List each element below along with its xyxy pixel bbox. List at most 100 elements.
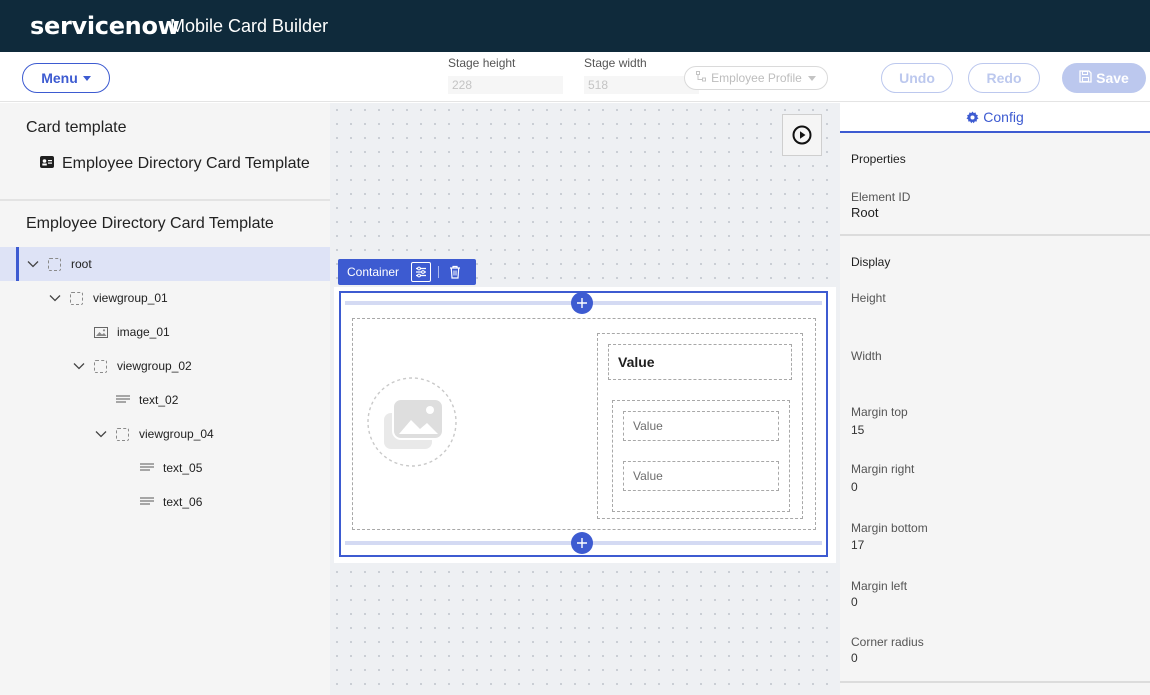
viewgroup-04-box[interactable]: Value Value: [612, 400, 790, 512]
chevron-down-icon[interactable]: [72, 359, 86, 373]
config-panel: Config Properties Element ID Root Displa…: [840, 103, 1150, 695]
image-icon: [94, 326, 108, 338]
template-name: Employee Directory Card Template: [62, 155, 310, 172]
image-placeholder[interactable]: [367, 377, 457, 467]
stage-width-input[interactable]: 518: [584, 76, 699, 94]
display-heading: Display: [851, 255, 891, 269]
tab-config-label: Config: [983, 109, 1024, 125]
tree-item-label: text_02: [139, 393, 179, 407]
app-title: Mobile Card Builder: [170, 16, 329, 36]
tree-item-viewgroup-02[interactable]: viewgroup_02: [0, 349, 330, 383]
divider: [840, 681, 1150, 683]
properties-heading: Properties: [851, 152, 906, 166]
settings-button[interactable]: [411, 262, 431, 282]
text-lines-icon: [140, 497, 154, 505]
id-card-icon: [40, 155, 54, 173]
delete-button[interactable]: [446, 263, 464, 281]
tree-item-text-05[interactable]: text_05: [0, 451, 330, 485]
viewgroup-02-box[interactable]: Value Value Value: [597, 333, 803, 519]
stage-height-label: Stage height: [448, 56, 516, 70]
preview-button[interactable]: [782, 114, 822, 156]
play-circle-icon: [792, 125, 812, 145]
undo-button[interactable]: Undo: [881, 63, 953, 93]
tab-config[interactable]: Config: [840, 103, 1150, 133]
template-entry[interactable]: Employee Directory Card Template: [40, 155, 310, 173]
hierarchy-icon: [696, 71, 707, 85]
tree-title: Employee Directory Card Template: [26, 215, 274, 232]
add-above-button[interactable]: [571, 292, 593, 314]
text-05-value[interactable]: Value: [623, 411, 779, 441]
tree-item-viewgroup-01[interactable]: viewgroup_01: [0, 281, 330, 315]
card-preview: Value Value Value: [334, 287, 836, 563]
width-label: Width: [851, 349, 882, 363]
tree-item-label: viewgroup_01: [93, 291, 168, 305]
corner-radius-label: Corner radius: [851, 635, 924, 649]
canvas[interactable]: Container Value Value Value: [330, 103, 840, 695]
profile-select[interactable]: Employee Profile: [684, 66, 828, 90]
floppy-disk-icon: [1079, 70, 1092, 86]
margin-left-value[interactable]: 0: [851, 595, 858, 609]
toolbar: Menu Stage height 228 Stage width 518 Em…: [0, 52, 1150, 102]
tree-item-text-02[interactable]: text_02: [0, 383, 330, 417]
tree-item-text-06[interactable]: text_06: [0, 485, 330, 519]
dashed-box-icon: [70, 291, 83, 305]
tree-item-label: text_05: [163, 461, 203, 475]
corner-radius-value[interactable]: 0: [851, 651, 858, 665]
stage-height-field: Stage height 228: [448, 56, 568, 96]
margin-right-value[interactable]: 0: [851, 480, 858, 494]
app-header: servicenow Mobile Card Builder: [0, 0, 1150, 52]
card-template-heading: Card template: [26, 119, 127, 136]
text-06-value[interactable]: Value: [623, 461, 779, 491]
margin-left-label: Margin left: [851, 579, 908, 593]
add-below-button[interactable]: [571, 532, 593, 554]
chevron-down-icon[interactable]: [94, 427, 108, 441]
tree-item-label: root: [71, 257, 92, 271]
chevron-down-icon[interactable]: [48, 291, 62, 305]
brand: servicenow Mobile Card Builder: [30, 8, 330, 44]
margin-bottom-label: Margin bottom: [851, 521, 928, 535]
save-button-label: Save: [1096, 70, 1129, 86]
stage-width-label: Stage width: [584, 56, 647, 70]
text-lines-icon: [116, 395, 130, 403]
height-label: Height: [851, 291, 886, 305]
element-id-value[interactable]: Root: [851, 205, 878, 220]
element-id-label: Element ID: [851, 190, 911, 204]
tree-item-viewgroup-04[interactable]: viewgroup_04: [0, 417, 330, 451]
chevron-down-icon: [807, 75, 816, 81]
tree-item-root[interactable]: root: [0, 247, 330, 281]
menu-button[interactable]: Menu: [22, 63, 110, 93]
caret-down-icon: [82, 75, 91, 81]
margin-top-label: Margin top: [851, 405, 908, 419]
save-button[interactable]: Save: [1062, 63, 1146, 93]
dashed-box-icon: [94, 359, 107, 373]
chevron-down-icon[interactable]: [26, 257, 40, 271]
left-panel: Card template Employee Directory Card Te…: [0, 103, 330, 695]
divider: [438, 266, 439, 278]
plus-icon: [577, 538, 587, 548]
root-container[interactable]: Value Value Value: [339, 291, 828, 557]
dashed-box-icon: [116, 427, 129, 441]
profile-select-label: Employee Profile: [711, 71, 802, 85]
tree-item-image-01[interactable]: image_01: [0, 315, 330, 349]
gear-icon: [966, 110, 979, 123]
sliders-icon: [416, 266, 426, 278]
margin-bottom-value[interactable]: 17: [851, 538, 864, 552]
dashed-box-icon: [48, 257, 61, 271]
container-label: Container: [347, 265, 400, 279]
margin-top-value[interactable]: 15: [851, 423, 864, 437]
tree-item-label: viewgroup_02: [117, 359, 192, 373]
servicenow-logo[interactable]: servicenow: [30, 8, 180, 44]
redo-button[interactable]: Redo: [968, 63, 1040, 93]
plus-icon: [577, 298, 587, 308]
tree-item-label: viewgroup_04: [139, 427, 214, 441]
viewgroup-01-box[interactable]: Value Value Value: [352, 318, 816, 530]
container-toolbar: Container: [338, 259, 476, 285]
image-icon: [367, 377, 457, 467]
stage-height-input[interactable]: 228: [448, 76, 563, 94]
divider: [0, 199, 330, 201]
tree-item-label: text_06: [163, 495, 203, 509]
menu-button-label: Menu: [41, 70, 78, 86]
divider: [840, 234, 1150, 236]
text-02-value[interactable]: Value: [608, 344, 792, 380]
tree-item-label: image_01: [117, 325, 170, 339]
